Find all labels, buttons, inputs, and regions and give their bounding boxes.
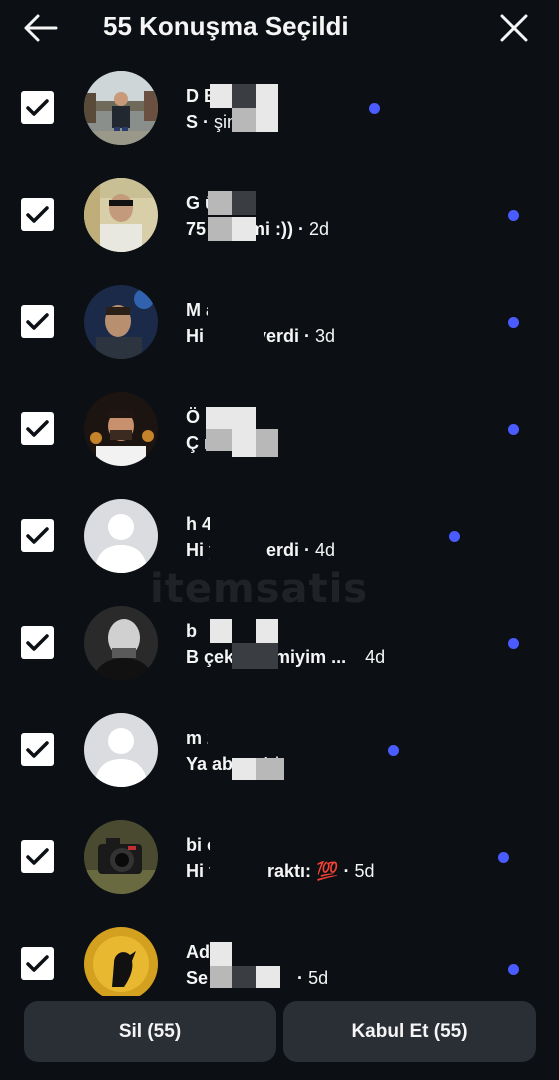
conversation-time: 2d: [309, 219, 330, 239]
selection-checkbox[interactable]: [21, 947, 54, 980]
conversation-row[interactable]: M ayfur Hi yanıt verdi · 3d: [0, 270, 559, 377]
unread-dot: [508, 638, 519, 649]
redaction-block: [256, 619, 278, 643]
redaction-block: [232, 217, 256, 241]
unread-dot: [449, 531, 460, 542]
redaction-block: [232, 84, 256, 108]
conversation-row[interactable]: D BEY S · şimdi: [0, 56, 559, 163]
redaction-block: [256, 966, 280, 988]
redaction-block: [210, 619, 232, 643]
redaction-block: [256, 643, 278, 669]
conversation-row[interactable]: m 24237 Ya aba · 4d: [0, 698, 559, 805]
conversation-row[interactable]: G üner 75 er dimi :)) · 2d: [0, 163, 559, 270]
header: 55 Konuşma Seçildi: [0, 0, 559, 56]
redaction-block: [232, 191, 256, 215]
conversation-time: 5d: [308, 968, 329, 988]
watermark-logo: itemsatis: [150, 566, 369, 612]
conversation-time: 4d: [365, 647, 386, 667]
avatar: [84, 71, 158, 145]
conversation-time: 5d: [354, 861, 375, 881]
conversation-row[interactable]: Ad Se · 5d: [0, 912, 559, 996]
unread-dot: [508, 317, 519, 328]
redaction-block: [210, 942, 232, 966]
unread-dot: [388, 745, 399, 756]
conversation-name: h 4: [186, 514, 213, 534]
avatar: [84, 285, 158, 359]
redaction-block: [256, 758, 284, 780]
selection-checkbox[interactable]: [21, 733, 54, 766]
back-arrow-icon[interactable]: [20, 10, 60, 46]
redaction-block: [210, 833, 266, 883]
conversation-time: 3d: [315, 326, 336, 346]
page-title: 55 Konuşma Seçildi: [103, 11, 349, 41]
default-avatar: [84, 499, 158, 573]
avatar: [84, 178, 158, 252]
selection-checkbox[interactable]: [21, 840, 54, 873]
redaction-block: [232, 643, 256, 669]
redaction-block: [208, 726, 268, 752]
conversation-preview: B çekmez miyim ... 4d: [186, 647, 386, 667]
redaction-block: [206, 429, 232, 451]
selection-checkbox[interactable]: [21, 412, 54, 445]
redaction-block: [210, 966, 232, 988]
redaction-block: [256, 84, 278, 108]
bottom-action-bar: Sil (55) Kabul Et (55): [0, 996, 559, 1080]
accept-button[interactable]: Kabul Et (55): [283, 1001, 536, 1062]
redaction-block: [210, 84, 232, 108]
redaction-block: [232, 407, 256, 429]
unread-dot: [498, 852, 509, 863]
conversation-row[interactable]: bi oto Hi fade bıraktı: 💯 · 5d: [0, 805, 559, 912]
conversation-list: D BEY S · şimdi G üner 75: [0, 56, 559, 996]
conversation-name: b: [186, 621, 197, 641]
redaction-block: [206, 407, 232, 429]
redaction-block: [210, 512, 266, 562]
unread-dot: [508, 964, 519, 975]
unread-dot: [508, 424, 519, 435]
redaction-block: [208, 298, 264, 348]
conversation-name: Ö: [186, 407, 201, 427]
redaction-block: [232, 429, 256, 457]
conversation-row[interactable]: Ö Ç m · 3d: [0, 377, 559, 484]
redaction-block: [256, 108, 278, 132]
close-icon[interactable]: [496, 10, 532, 46]
unread-dot: [508, 210, 519, 221]
unread-dot: [369, 103, 380, 114]
redaction-block: [232, 108, 256, 132]
selection-checkbox[interactable]: [21, 91, 54, 124]
redaction-block: [232, 758, 256, 780]
selection-checkbox[interactable]: [21, 305, 54, 338]
redaction-block: [256, 429, 278, 457]
conversation-time: 4d: [315, 540, 336, 560]
avatar: [84, 392, 158, 466]
default-avatar: [84, 713, 158, 787]
delete-button[interactable]: Sil (55): [24, 1001, 276, 1062]
avatar: [84, 927, 158, 996]
conversation-name: Ad: [186, 942, 210, 962]
redaction-block: [208, 217, 232, 241]
selection-checkbox[interactable]: [21, 198, 54, 231]
redaction-block: [208, 191, 232, 215]
avatar: [84, 820, 158, 894]
redaction-block: [232, 966, 256, 988]
avatar: [84, 606, 158, 680]
selection-checkbox[interactable]: [21, 519, 54, 552]
selection-checkbox[interactable]: [21, 626, 54, 659]
